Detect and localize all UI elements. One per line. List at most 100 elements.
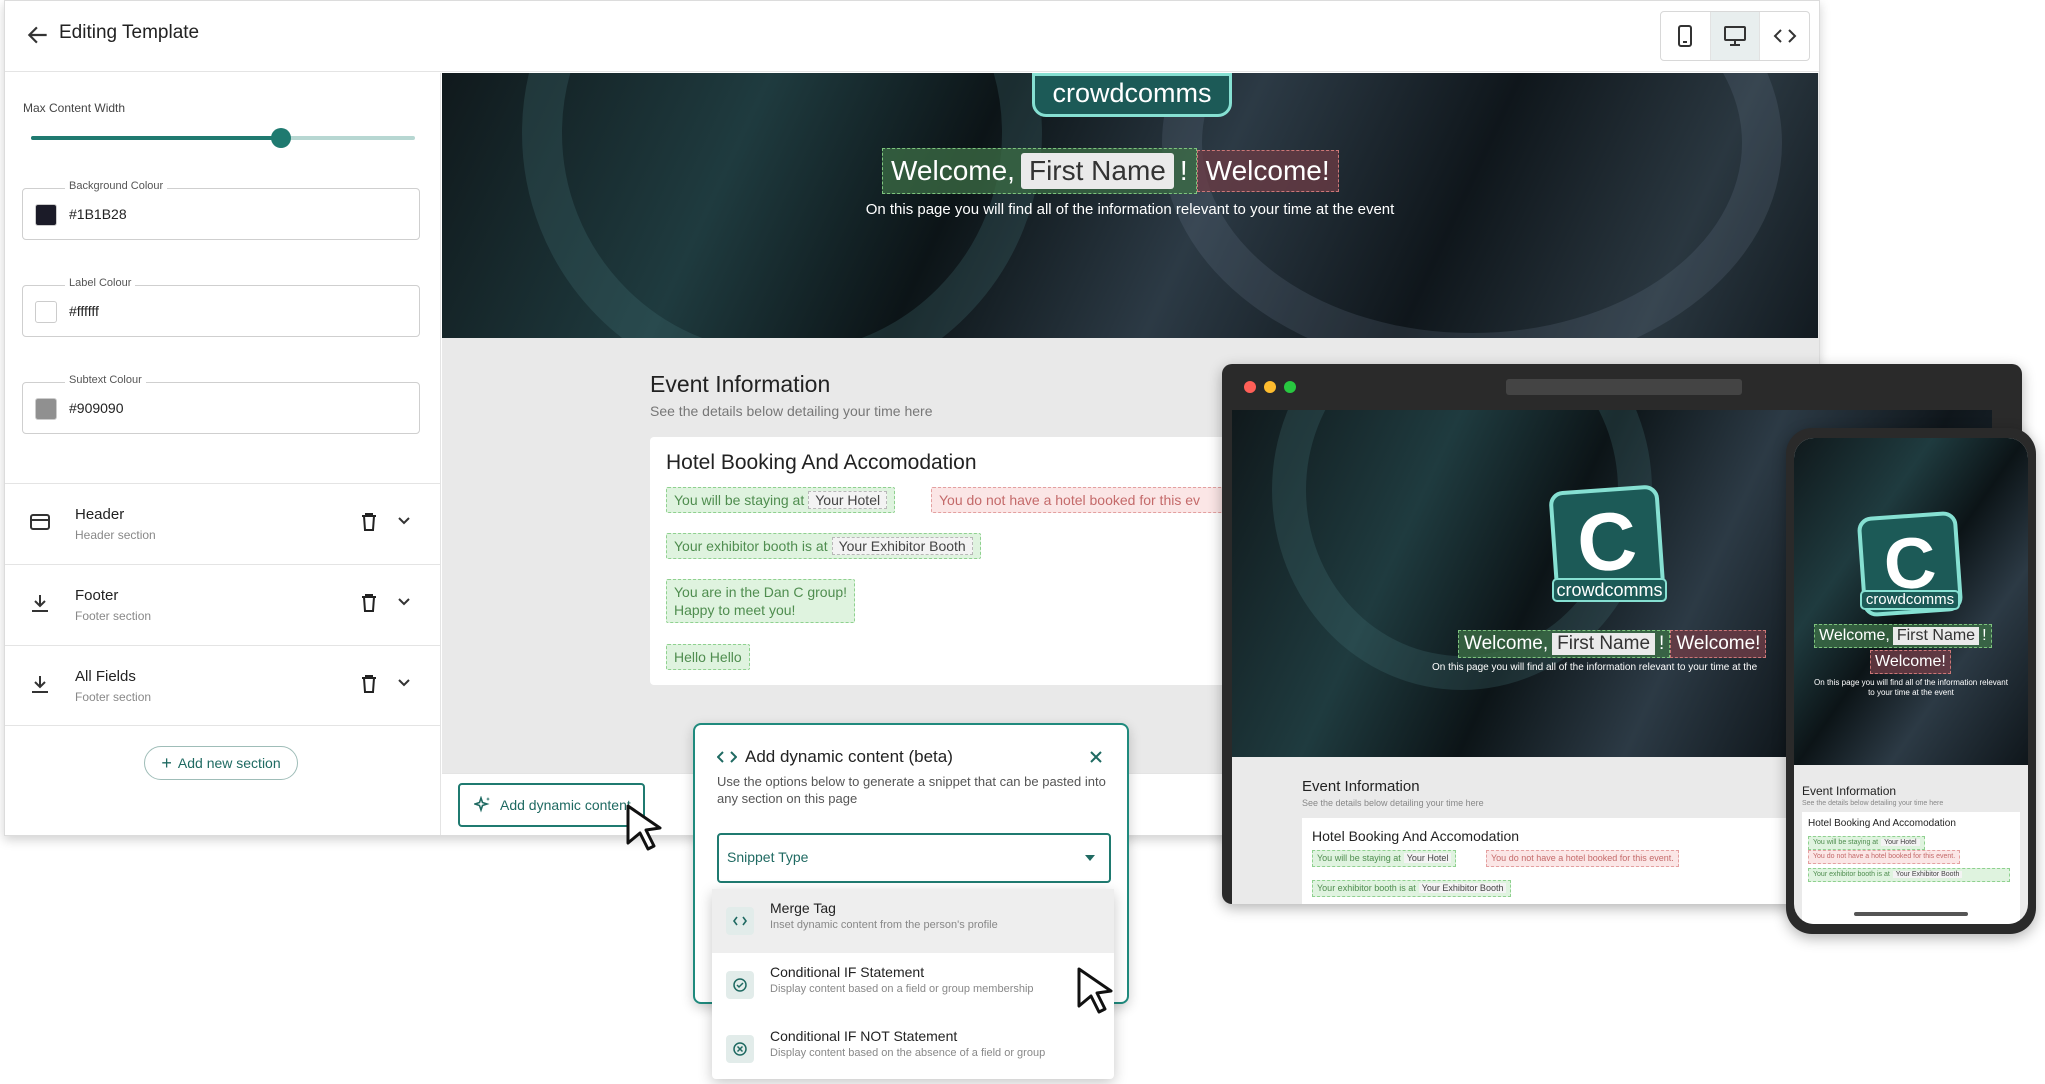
logo-text-crowd: crowd <box>1052 78 1125 108</box>
chip-text: Happy to meet you! <box>674 602 796 618</box>
add-section-button[interactable]: + Add new section <box>144 746 298 780</box>
background-colour-field[interactable]: Background Colour #1B1B28 <box>22 180 420 240</box>
mobile-icon <box>1678 25 1693 47</box>
snippet-type-menu: Merge Tag Inset dynamic content from the… <box>712 889 1114 1079</box>
plus-icon: + <box>161 752 172 773</box>
chevron-down-icon[interactable] <box>397 514 411 528</box>
laptop-hero-subtitle: On this page you will find all of the in… <box>1432 662 1758 673</box>
top-bar: Editing Template <box>5 1 1819 72</box>
conditional-chip[interactable]: You will be staying at Your Hotel <box>666 487 896 513</box>
section-subtitle: Footer section <box>75 609 152 623</box>
merge-tag[interactable]: Your Hotel <box>808 491 888 509</box>
conditional-not-chip: You do not have a hotel booked for this … <box>1808 850 1961 864</box>
label-colour-swatch[interactable] <box>35 301 57 323</box>
chevron-down-icon[interactable] <box>397 676 411 690</box>
menu-item-title: Conditional IF NOT Statement <box>770 1028 958 1044</box>
view-toggle-group <box>1660 11 1810 61</box>
dropdown-caret-icon <box>1085 855 1095 861</box>
card-title: Hotel Booking And Accomodation <box>1312 828 1520 844</box>
window-minimize-dot <box>1264 381 1276 393</box>
merge-tag: Your Hotel <box>1403 853 1452 863</box>
background-colour-swatch[interactable] <box>35 204 57 226</box>
welcome-text: Welcome, <box>891 155 1015 186</box>
menu-item-conditional-if[interactable]: Conditional IF Statement Display content… <box>712 953 1114 1017</box>
add-section-label: Add new section <box>177 755 281 771</box>
download-icon <box>32 595 48 612</box>
phone-hotel-card: Hotel Booking And Accomodation You will … <box>1802 812 2020 924</box>
label-colour-field[interactable]: Label Colour #ffffff <box>22 277 420 337</box>
hotel-card[interactable]: Hotel Booking And Accomodation You will … <box>650 437 1290 685</box>
welcome-fallback-block: Welcome! <box>1670 630 1767 658</box>
background-colour-value: #1B1B28 <box>69 206 127 222</box>
merge-tag[interactable]: Your Exhibitor Booth <box>831 537 973 555</box>
add-dynamic-label: Add dynamic content <box>500 797 631 813</box>
phone-hero: C crowdcomms Welcome, First Name ! Welco… <box>1794 438 2028 765</box>
conditional-chip[interactable]: You are in the Dan C group! Happy to meet… <box>666 579 856 623</box>
dialog-description: Use the options below to generate a snip… <box>717 774 1106 806</box>
section-row-footer[interactable]: Footer Footer section <box>5 564 441 645</box>
mobile-view-button[interactable] <box>1661 12 1711 60</box>
chevron-down-icon[interactable] <box>397 595 411 609</box>
merge-tag: Your Exhibitor Booth <box>1892 871 1963 878</box>
phone-hero-subtitle: On this page you will find all of the in… <box>1814 678 2008 697</box>
menu-item-subtitle: Inset dynamic content from the person's … <box>770 919 998 931</box>
x-circle-icon <box>726 1035 754 1063</box>
max-width-slider-fill <box>31 136 281 140</box>
crowdcomms-wordmark: crowdcomms <box>1552 578 1667 602</box>
first-name-tag[interactable]: First Name <box>1020 153 1174 189</box>
chip-text: You are in the Dan C group! <box>674 584 848 600</box>
hero-banner[interactable]: crowdcomms Welcome, First Name ! Welcome… <box>442 73 1818 338</box>
check-circle-icon <box>726 971 754 999</box>
chip-text: Your exhibitor booth is at <box>674 538 828 554</box>
welcome-fallback-block[interactable]: Welcome! <box>1196 150 1339 192</box>
add-dynamic-content-button[interactable]: Add dynamic content <box>458 783 645 827</box>
page-title: Editing Template <box>59 22 200 43</box>
code-icon <box>717 751 737 763</box>
mouse-cursor-icon <box>626 804 662 851</box>
subtext-colour-swatch[interactable] <box>35 398 57 420</box>
welcome-merge-block: Welcome, First Name ! <box>1814 624 1992 648</box>
trash-icon[interactable] <box>360 512 378 532</box>
hero-subtitle: On this page you will find all of the in… <box>865 201 1395 218</box>
exclaim-text: ! <box>1659 633 1665 654</box>
menu-item-title: Conditional IF Statement <box>770 964 925 980</box>
event-subtitle: See the details below detailing your tim… <box>650 403 933 419</box>
menu-item-subtitle: Display content based on the absence of … <box>770 1047 1046 1059</box>
snippet-type-select[interactable]: Snippet Type <box>717 833 1111 883</box>
select-placeholder: Snippet Type <box>727 849 809 865</box>
conditional-chip: Your exhibitor booth is at Your Exhibitor… <box>1808 868 2010 882</box>
conditional-chip: You will be staying at Your Hotel <box>1808 836 1925 850</box>
trash-icon[interactable] <box>360 593 378 613</box>
trash-icon[interactable] <box>360 674 378 694</box>
close-icon[interactable] <box>1088 749 1104 765</box>
merge-tag: Your Exhibitor Booth <box>1418 883 1507 893</box>
max-width-slider-handle[interactable] <box>271 128 291 148</box>
subtext-colour-label: Subtext Colour <box>65 374 146 386</box>
conditional-chip: You will be staying at Your Hotel <box>1312 850 1457 867</box>
menu-item-title: Merge Tag <box>770 900 836 916</box>
phone-preview: C crowdcomms Welcome, First Name ! Welco… <box>1786 428 2036 934</box>
logo-text-comms: comms <box>1905 591 1955 608</box>
section-row-header[interactable]: Header Header section <box>5 483 441 564</box>
welcome-merge-block[interactable]: Welcome, First Name ! <box>882 148 1197 194</box>
conditional-chip[interactable]: Hello Hello <box>666 644 750 670</box>
welcome-text: Welcome, <box>1464 633 1549 654</box>
laptop-welcome: Welcome, First Name ! Welcome! <box>1458 630 1767 658</box>
menu-item-conditional-if-not[interactable]: Conditional IF NOT Statement Display con… <box>712 1017 1114 1081</box>
event-title: Event Information <box>650 371 831 397</box>
desktop-view-button[interactable] <box>1710 12 1761 60</box>
menu-item-subtitle: Display content based on a field or grou… <box>770 983 1034 995</box>
menu-item-merge-tag[interactable]: Merge Tag Inset dynamic content from the… <box>712 889 1114 953</box>
label-colour-label: Label Colour <box>65 277 136 289</box>
back-arrow-icon[interactable] <box>25 22 51 48</box>
subtext-colour-field[interactable]: Subtext Colour #909090 <box>22 374 420 434</box>
section-title: Header <box>75 506 125 523</box>
phone-event-title: Event Information <box>1802 784 1897 798</box>
logo-text-comms: comms <box>1124 78 1212 108</box>
code-view-button[interactable] <box>1760 12 1809 60</box>
section-row-all-fields[interactable]: All Fields Footer section <box>5 645 441 726</box>
conditional-chip[interactable]: Your exhibitor booth is at Your Exhibitor… <box>666 533 981 559</box>
merge-tag: Your Hotel <box>1881 839 1920 846</box>
window-close-dot <box>1244 381 1256 393</box>
home-indicator <box>1854 912 1968 916</box>
